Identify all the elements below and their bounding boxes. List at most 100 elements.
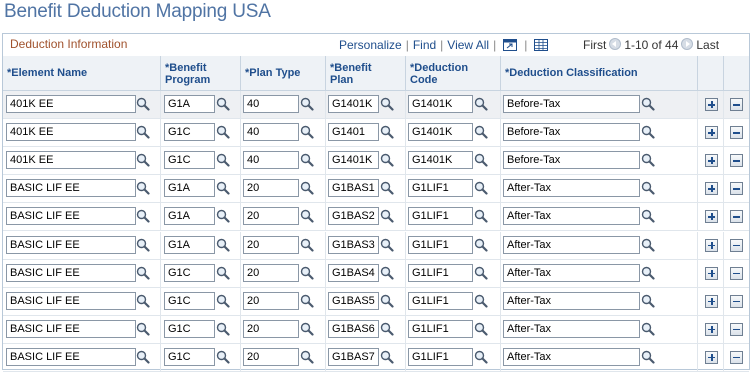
plan-type-input[interactable]: 20	[243, 207, 299, 226]
magnifier-icon[interactable]	[300, 153, 314, 167]
column-header-deduction-classification[interactable]: *Deduction Classification	[501, 56, 698, 90]
deduction-classification-input[interactable]: After-Tax	[503, 291, 640, 310]
benefit-program-input[interactable]: G1A	[164, 207, 215, 226]
deduction-classification-input[interactable]: Before-Tax	[503, 123, 640, 142]
last-link[interactable]: Last	[696, 38, 719, 52]
minus-icon[interactable]	[730, 266, 743, 280]
find-link[interactable]: Find	[413, 38, 436, 52]
benefit-program-input[interactable]: G1C	[164, 123, 215, 142]
previous-page-icon[interactable]	[609, 38, 622, 50]
element-name-input[interactable]: BASIC LIF EE	[6, 263, 136, 282]
column-header-element-name[interactable]: *Element Name	[3, 56, 161, 90]
element-name-input[interactable]: BASIC LIF EE	[6, 235, 136, 254]
magnifier-icon[interactable]	[216, 294, 230, 308]
magnifier-icon[interactable]	[216, 350, 230, 364]
deduction-code-input[interactable]: G1401K	[408, 123, 473, 142]
view-all-link[interactable]: View All	[447, 38, 489, 52]
magnifier-icon[interactable]	[474, 350, 488, 364]
element-name-input[interactable]: 401K EE	[6, 95, 136, 113]
plus-icon[interactable]	[705, 210, 718, 224]
magnifier-icon[interactable]	[474, 209, 488, 223]
magnifier-icon[interactable]	[641, 266, 655, 280]
minus-icon[interactable]	[730, 154, 743, 168]
magnifier-icon[interactable]	[641, 322, 655, 336]
magnifier-icon[interactable]	[380, 266, 394, 280]
minus-icon[interactable]	[730, 98, 743, 111]
deduction-classification-input[interactable]: After-Tax	[503, 235, 640, 254]
benefit-plan-input[interactable]: G1BAS2	[328, 207, 379, 226]
element-name-input[interactable]: BASIC LIF EE	[6, 179, 136, 198]
deduction-classification-input[interactable]: After-Tax	[503, 263, 640, 282]
magnifier-icon[interactable]	[136, 350, 150, 364]
benefit-plan-input[interactable]: G1BAS3	[328, 235, 379, 254]
benefit-program-input[interactable]: G1C	[164, 347, 215, 366]
column-header-deduction-code[interactable]: *Deduction Code	[406, 56, 501, 90]
magnifier-icon[interactable]	[300, 209, 314, 223]
magnifier-icon[interactable]	[216, 322, 230, 336]
deduction-classification-input[interactable]: After-Tax	[503, 347, 640, 366]
element-name-input[interactable]: BASIC LIF EE	[6, 347, 136, 366]
magnifier-icon[interactable]	[641, 181, 655, 195]
magnifier-icon[interactable]	[474, 266, 488, 280]
benefit-program-input[interactable]: G1A	[164, 235, 215, 254]
magnifier-icon[interactable]	[641, 97, 655, 111]
magnifier-icon[interactable]	[380, 153, 394, 167]
magnifier-icon[interactable]	[300, 294, 314, 308]
deduction-code-input[interactable]: G1LIF1	[408, 319, 473, 338]
benefit-program-input[interactable]: G1A	[164, 179, 215, 198]
benefit-program-input[interactable]: G1A	[164, 95, 215, 113]
magnifier-icon[interactable]	[300, 350, 314, 364]
plus-icon[interactable]	[705, 182, 718, 196]
plus-icon[interactable]	[705, 350, 718, 364]
benefit-plan-input[interactable]: G1BAS7	[328, 347, 379, 366]
benefit-program-input[interactable]: G1C	[164, 151, 215, 170]
minus-icon[interactable]	[730, 294, 743, 308]
magnifier-icon[interactable]	[216, 153, 230, 167]
magnifier-icon[interactable]	[641, 125, 655, 139]
benefit-plan-input[interactable]: G1401	[328, 123, 379, 142]
plan-type-input[interactable]: 20	[243, 235, 299, 254]
benefit-plan-input[interactable]: G1401K	[328, 95, 379, 113]
deduction-code-input[interactable]: G1LIF1	[408, 291, 473, 310]
plan-type-input[interactable]: 20	[243, 263, 299, 282]
magnifier-icon[interactable]	[474, 322, 488, 336]
benefit-plan-input[interactable]: G1BAS1	[328, 179, 379, 198]
plus-icon[interactable]	[705, 238, 718, 252]
magnifier-icon[interactable]	[300, 266, 314, 280]
plus-icon[interactable]	[705, 154, 718, 168]
element-name-input[interactable]: BASIC LIF EE	[6, 319, 136, 338]
magnifier-icon[interactable]	[136, 153, 150, 167]
magnifier-icon[interactable]	[641, 294, 655, 308]
plan-type-input[interactable]: 40	[243, 95, 299, 113]
minus-icon[interactable]	[730, 126, 743, 140]
magnifier-icon[interactable]	[216, 181, 230, 195]
deduction-code-input[interactable]: G1LIF1	[408, 235, 473, 254]
deduction-classification-input[interactable]: After-Tax	[503, 207, 640, 226]
benefit-plan-input[interactable]: G1401K	[328, 151, 379, 170]
magnifier-icon[interactable]	[300, 238, 314, 252]
plan-type-input[interactable]: 20	[243, 347, 299, 366]
column-header-benefit-program[interactable]: *Benefit Program	[161, 56, 241, 90]
minus-icon[interactable]	[730, 238, 743, 252]
plan-type-input[interactable]: 20	[243, 179, 299, 198]
magnifier-icon[interactable]	[216, 266, 230, 280]
benefit-plan-input[interactable]: G1BAS5	[328, 291, 379, 310]
magnifier-icon[interactable]	[300, 181, 314, 195]
deduction-code-input[interactable]: G1LIF1	[408, 263, 473, 282]
magnifier-icon[interactable]	[380, 97, 394, 111]
magnifier-icon[interactable]	[380, 125, 394, 139]
benefit-program-input[interactable]: G1C	[164, 291, 215, 310]
magnifier-icon[interactable]	[136, 294, 150, 308]
magnifier-icon[interactable]	[216, 97, 230, 111]
magnifier-icon[interactable]	[474, 181, 488, 195]
magnifier-icon[interactable]	[380, 209, 394, 223]
magnifier-icon[interactable]	[136, 209, 150, 223]
magnifier-icon[interactable]	[474, 238, 488, 252]
magnifier-icon[interactable]	[474, 153, 488, 167]
benefit-program-input[interactable]: G1C	[164, 263, 215, 282]
plus-icon[interactable]	[705, 322, 718, 336]
plus-icon[interactable]	[705, 294, 718, 308]
plan-type-input[interactable]: 20	[243, 291, 299, 310]
magnifier-icon[interactable]	[380, 181, 394, 195]
column-header-benefit-plan[interactable]: *Benefit Plan	[326, 56, 406, 90]
